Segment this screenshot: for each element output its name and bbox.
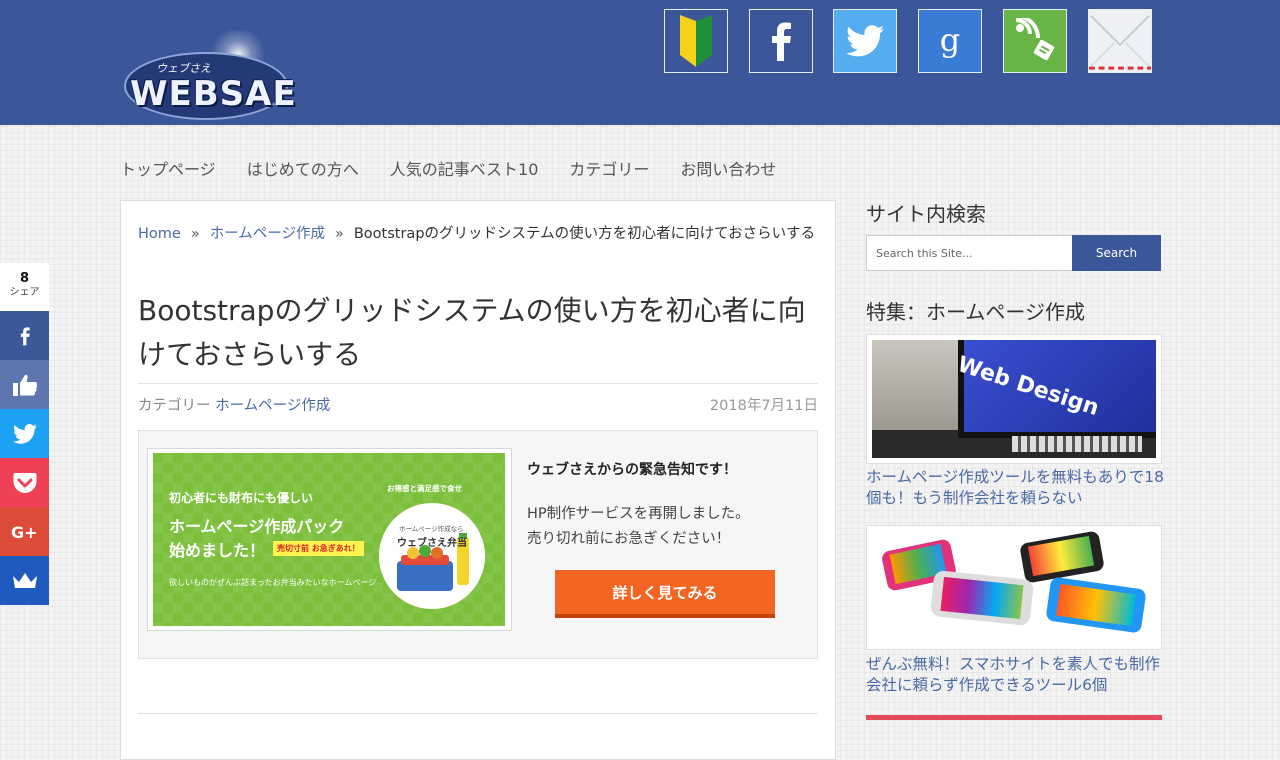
notice-body-line2: 売り切れ前にお急ぎください！ xyxy=(527,531,731,547)
share-crown-button[interactable] xyxy=(0,556,49,605)
mail-icon[interactable] xyxy=(1088,9,1152,73)
promo-banner-frame[interactable]: 初心者にも財布にも優しい ホームページ作成パック 始めました！ 売切寸前 お急ぎ… xyxy=(147,448,512,631)
bento-box-icon xyxy=(397,533,469,591)
site-logo[interactable]: ウェブさえ WEBSAE xyxy=(120,30,297,122)
like-icon xyxy=(12,374,37,396)
details-button[interactable]: 詳しく見てみる xyxy=(555,570,775,618)
main-nav: トップページ はじめての方へ 人気の記事ベスト10 カテゴリー お問い合わせ xyxy=(120,156,776,180)
feature-card-title[interactable]: ぜんぶ無料！スマホサイトを素人でも制作会社に頼らず作成できるツール6個 xyxy=(866,654,1166,696)
share-google-plus-button[interactable]: G+ xyxy=(0,507,49,556)
search-button[interactable]: Search xyxy=(1072,235,1161,271)
article-category-link[interactable]: ホームページ作成 xyxy=(215,398,330,414)
article-title: Bootstrapのグリッドシステムの使い方を初心者に向けておさらいする xyxy=(138,294,806,371)
notice-body-line1: HP制作サービスを再開しました。 xyxy=(527,506,750,522)
notice-box: 初心者にも財布にも優しい ホームページ作成パック 始めました！ 売切寸前 お急ぎ… xyxy=(138,430,818,659)
breadcrumb-current: Bootstrapのグリッドシステムの使い方を初心者に向けておさらいする xyxy=(353,226,816,242)
breadcrumb: Home » ホームページ作成 » Bootstrapのグリッドシステムの使い方を初心者… xyxy=(138,221,818,247)
google-plus-icon: G+ xyxy=(11,523,38,542)
banner-circle-small: ホームページ作成なら xyxy=(399,525,464,533)
notice-title: ウェブさえからの緊急告知です！ xyxy=(527,462,737,478)
nav-item-popular[interactable]: 人気の記事ベスト10 xyxy=(390,156,539,180)
facebook-icon xyxy=(20,326,30,345)
category-label: カテゴリー xyxy=(138,398,211,414)
logo-text: WEBSAE xyxy=(130,74,297,114)
search-heading: サイト内検索 xyxy=(866,202,986,226)
article-divider xyxy=(138,713,818,724)
banner-line2: ホームページ作成パック xyxy=(169,517,345,536)
bento-circle xyxy=(379,503,485,609)
twitter-icon xyxy=(12,423,37,444)
feedly-rss-icon[interactable] xyxy=(1003,9,1067,73)
breadcrumb-category[interactable]: ホームページ作成 xyxy=(210,226,325,242)
facebook-icon[interactable] xyxy=(749,9,813,73)
share-twitter-button[interactable] xyxy=(0,409,49,458)
banner-badge: 売切寸前 お急ぎあれ！ xyxy=(273,541,364,556)
nav-item-top[interactable]: トップページ xyxy=(120,156,216,180)
breadcrumb-separator-icon: » xyxy=(334,226,344,242)
banner-line1: 初心者にも財布にも優しい xyxy=(169,491,314,505)
promo-banner[interactable]: 初心者にも財布にも優しい ホームページ作成パック 始めました！ 売切寸前 お急ぎ… xyxy=(153,453,505,626)
share-count-label: シェア xyxy=(9,287,40,298)
share-facebook-button[interactable] xyxy=(0,311,49,360)
article-card: Home » ホームページ作成 » Bootstrapのグリッドシステムの使い方を初心者… xyxy=(120,200,836,760)
search-input[interactable] xyxy=(866,235,1073,271)
svg-text:G+: G+ xyxy=(11,523,38,542)
share-count: 8 シェア xyxy=(0,263,49,311)
breadcrumb-home[interactable]: Home xyxy=(138,226,181,242)
feature-card-image[interactable] xyxy=(866,525,1162,650)
feature-heading: 特集：ホームページ作成 xyxy=(866,300,1085,324)
crown-icon xyxy=(12,572,37,588)
article-date: 2018年7月11日 xyxy=(709,398,818,414)
nav-item-category[interactable]: カテゴリー xyxy=(569,156,649,180)
web-design-image: Web Design xyxy=(872,340,1156,458)
beginner-mark-icon[interactable] xyxy=(664,9,728,73)
banner-line3: 始めました！ xyxy=(169,541,266,560)
share-pocket-button[interactable] xyxy=(0,458,49,507)
banner-footer: 欲しいものがぜんぶ詰まったお弁当みたいなホームページ xyxy=(169,578,377,587)
notice-body: HP制作サービスを再開しました。 売り切れ前にお急ぎください！ xyxy=(527,502,750,552)
share-count-number: 8 xyxy=(19,271,30,286)
smartphones-image xyxy=(872,531,1156,639)
share-like-button[interactable] xyxy=(0,360,49,409)
nav-item-contact[interactable]: お問い合わせ xyxy=(680,156,776,180)
breadcrumb-separator-icon: » xyxy=(190,226,200,242)
pocket-icon xyxy=(13,472,36,493)
banner-circle-main: ウェブさえ弁当 xyxy=(397,538,467,549)
site-header: ウェブさえ WEBSAE g xyxy=(0,0,1280,125)
banner-arc-text: お得感と満足感で食せ xyxy=(387,484,462,493)
google-plus-icon[interactable]: g xyxy=(918,9,982,73)
article-meta: カテゴリー ホームページ作成 2018年7月11日 xyxy=(138,383,818,415)
feature-card-image[interactable] xyxy=(866,715,1162,720)
twitter-icon[interactable] xyxy=(833,9,897,73)
feature-card-image[interactable]: Web Design xyxy=(866,334,1162,464)
feature-card-title[interactable]: ホームページ作成ツールを無料もありで18個も！もう制作会社を頼らない xyxy=(866,467,1166,509)
svg-text:g: g xyxy=(940,21,960,59)
nav-item-beginners[interactable]: はじめての方へ xyxy=(247,156,359,180)
